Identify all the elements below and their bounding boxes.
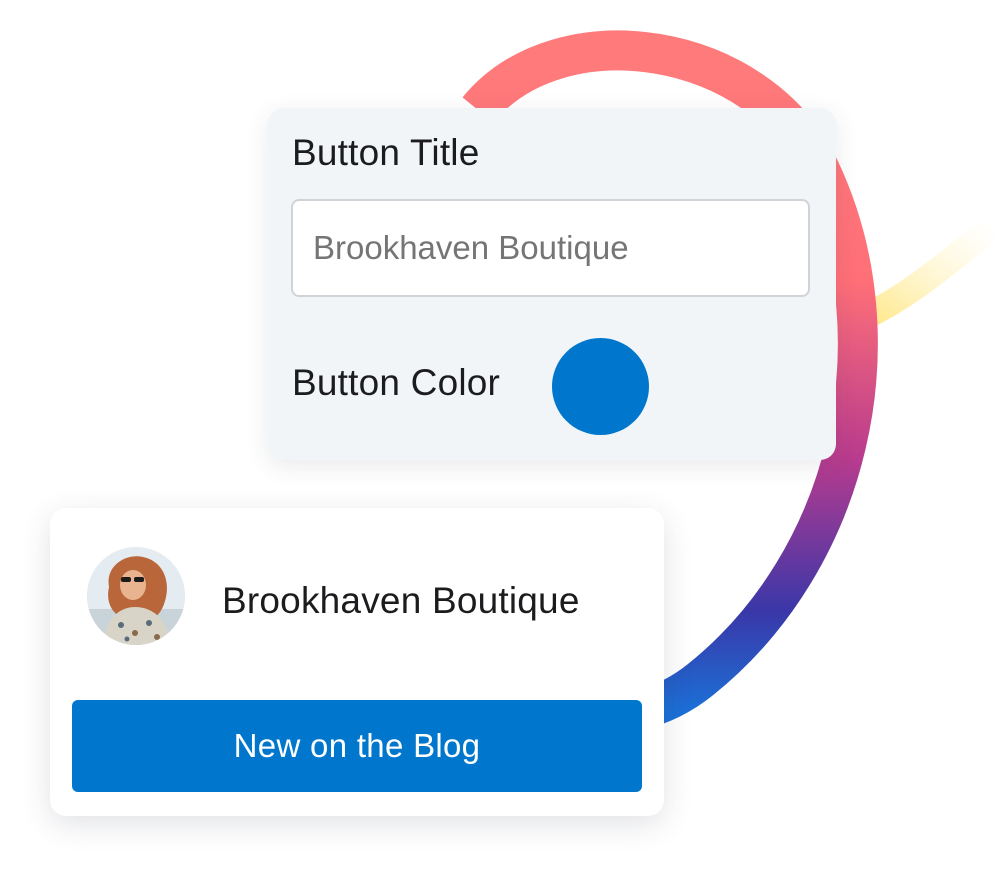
button-title-label: Button Title — [292, 132, 480, 173]
new-on-the-blog-button[interactable]: New on the Blog — [72, 700, 642, 792]
button-preview-card: Brookhaven Boutique New on the Blog — [50, 508, 664, 816]
button-color-swatch[interactable] — [552, 338, 649, 435]
button-title-input[interactable] — [291, 199, 810, 297]
avatar-portrait-icon — [87, 547, 185, 645]
profile-name: Brookhaven Boutique — [222, 580, 580, 621]
yellow-glow-stroke — [853, 213, 994, 329]
button-settings-panel: Button Title Button Color — [268, 108, 836, 460]
button-color-label: Button Color — [292, 362, 501, 403]
avatar — [87, 547, 185, 645]
